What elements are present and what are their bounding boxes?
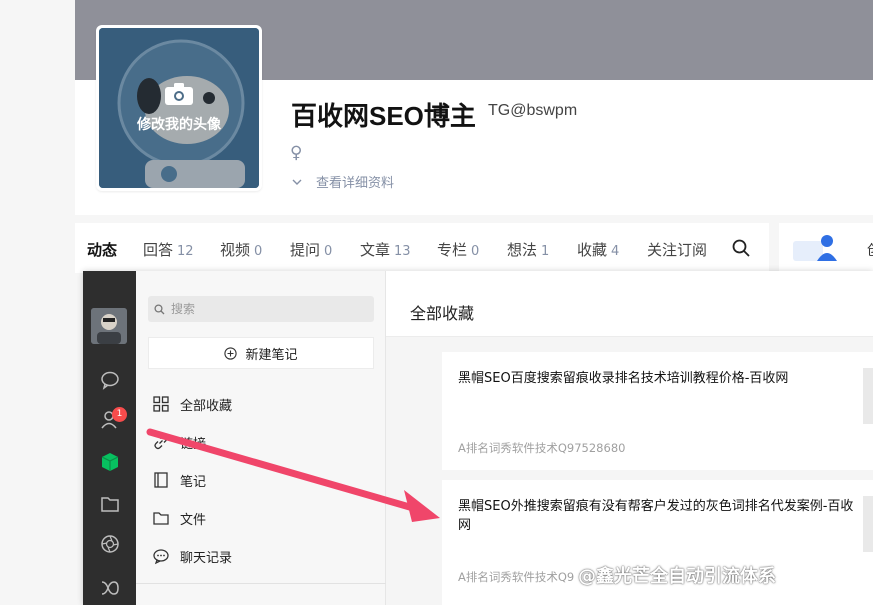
- tab-videos[interactable]: 视频 0: [220, 239, 262, 260]
- tab-count: 0: [324, 244, 333, 259]
- nav-item-files[interactable]: 文件: [152, 506, 206, 530]
- profile-handle: TG@bswpm: [488, 102, 578, 119]
- folder-icon: [153, 512, 169, 525]
- new-note-label: 新建笔记: [245, 347, 298, 363]
- tab-label: 提问: [290, 241, 321, 259]
- left-margin: [0, 0, 75, 605]
- user-avatar[interactable]: [91, 308, 127, 344]
- nav-divider: [136, 583, 386, 584]
- plus-circle-icon: [224, 346, 238, 360]
- favorite-card[interactable]: 黑帽SEO百度搜索留痕收录排名技术培训教程价格-百收网 A排名词秀软件技术Q97…: [442, 352, 873, 470]
- tab-thoughts[interactable]: 想法 1: [507, 239, 549, 260]
- favorites-cube-icon[interactable]: [99, 451, 121, 473]
- watermark: @鑫光芒全自动引流体系: [578, 562, 776, 588]
- nav-item-label: 链接: [180, 436, 207, 452]
- tab-collections[interactable]: 收藏 4: [577, 239, 619, 260]
- favorites-app-window: 1 新建笔记 全部收藏 链接 笔记 文件: [83, 271, 873, 605]
- nav-item-notes[interactable]: 笔记: [152, 468, 206, 492]
- avatar-image: 修改我的头像: [99, 28, 259, 188]
- link-icon: [154, 434, 168, 450]
- chat-icon[interactable]: [99, 369, 121, 391]
- content-title: 全部收藏: [410, 304, 475, 323]
- tab-label: 关注订阅: [647, 241, 708, 259]
- tab-activity[interactable]: 动态: [87, 239, 117, 260]
- tab-count: 4: [611, 244, 620, 259]
- tab-count: 13: [394, 244, 411, 259]
- card-thumbnail: [863, 496, 873, 552]
- nav-item-label: 笔记: [180, 474, 207, 490]
- creator-card[interactable]: 创: [779, 223, 873, 273]
- moments-aperture-icon[interactable]: [99, 533, 121, 555]
- tab-count: 0: [471, 244, 480, 259]
- card-title: 黑帽SEO百度搜索留痕收录排名技术培训教程价格-百收网: [458, 371, 789, 386]
- card-source: A排名词秀软件技术Q9: [458, 570, 575, 584]
- profile-name: 百收网SEO博主: [291, 101, 476, 131]
- nav-item-chat-history[interactable]: 聊天记录: [152, 544, 232, 568]
- view-details-link[interactable]: 查看详细资料: [292, 172, 394, 191]
- creator-card-label: 创: [867, 240, 873, 260]
- profile-avatar[interactable]: 修改我的头像: [96, 25, 262, 191]
- mini-program-icon[interactable]: [99, 577, 121, 599]
- tab-label: 动态: [87, 241, 118, 259]
- tab-label: 回答: [143, 241, 174, 259]
- creator-illustration-icon: [793, 235, 837, 261]
- view-details-label: 查看详细资料: [316, 176, 395, 191]
- camera-icon: [165, 83, 193, 105]
- card-thumbnail: [863, 368, 873, 424]
- contacts-badge: 1: [112, 407, 127, 422]
- app-sidebar-rail: 1: [83, 271, 136, 605]
- tab-label: 视频: [220, 241, 251, 259]
- edit-avatar-label: 修改我的头像: [137, 117, 221, 133]
- avatar-edit-overlay[interactable]: 修改我的头像: [99, 28, 259, 188]
- tab-count: 1: [541, 244, 550, 259]
- tab-answers[interactable]: 回答 12: [143, 239, 194, 260]
- user-avatar-image: [91, 308, 127, 344]
- tab-columns[interactable]: 专栏 0: [437, 239, 479, 260]
- gender-icon: ♀: [290, 143, 303, 163]
- tab-articles[interactable]: 文章 13: [360, 239, 411, 260]
- nav-item-label: 全部收藏: [180, 398, 233, 414]
- tab-label: 想法: [507, 241, 538, 259]
- favorites-nav-panel: 新建笔记 全部收藏 链接 笔记 文件 聊天记录: [136, 271, 386, 605]
- card-title: 黑帽SEO外推搜索留痕有没有帮客户发过的灰色词排名代发案例-百收网: [458, 499, 854, 533]
- search-input[interactable]: [171, 302, 361, 316]
- search-icon: [154, 303, 165, 314]
- chat-bubble-icon: [153, 549, 169, 565]
- new-note-button[interactable]: 新建笔记: [148, 337, 374, 369]
- tab-count: 0: [254, 244, 263, 259]
- search-bar[interactable]: [148, 296, 374, 322]
- tab-label: 专栏: [437, 241, 468, 259]
- profile-tabs: 动态 回答 12 视频 0 提问 0 文章 13 专栏 0 想法 1 收藏 4 关注订阅: [75, 223, 769, 273]
- grid-icon: [153, 396, 169, 412]
- nav-item-label: 聊天记录: [180, 550, 233, 566]
- content-header: 全部收藏: [386, 271, 873, 337]
- tab-subscriptions[interactable]: 关注订阅: [647, 239, 717, 260]
- card-source: A排名词秀软件技术Q97528680: [458, 441, 626, 455]
- watermark-text: @鑫光芒全自动引流体系: [578, 566, 776, 587]
- tab-questions[interactable]: 提问 0: [290, 239, 332, 260]
- tab-label: 文章: [360, 241, 391, 259]
- favorites-content: 全部收藏 黑帽SEO百度搜索留痕收录排名技术培训教程价格-百收网 A排名词秀软件…: [386, 271, 873, 605]
- folder-icon[interactable]: [99, 493, 121, 515]
- nav-item-links[interactable]: 链接: [152, 430, 206, 454]
- search-icon[interactable]: [731, 238, 751, 258]
- nav-item-label: 文件: [180, 512, 207, 528]
- tab-label: 收藏: [577, 241, 608, 259]
- chevron-down-icon: [292, 179, 302, 185]
- tab-count: 12: [177, 244, 194, 259]
- nav-item-all-favorites[interactable]: 全部收藏: [152, 392, 232, 416]
- notebook-icon: [154, 472, 168, 488]
